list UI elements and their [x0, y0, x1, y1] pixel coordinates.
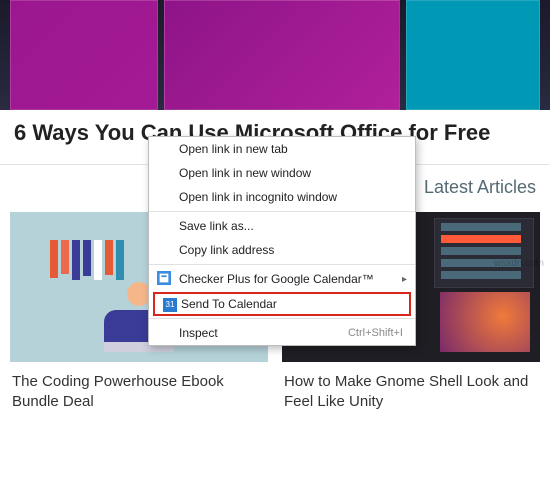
tile-magenta-center	[164, 0, 400, 110]
menu-shortcut: Ctrl+Shift+I	[348, 327, 403, 339]
menu-open-link-incognito[interactable]: Open link in incognito window	[149, 185, 415, 209]
extension-icon	[157, 271, 171, 285]
section-heading: Latest Articles	[424, 177, 536, 198]
card-title: How to Make Gnome Shell Look and Feel Li…	[282, 362, 540, 411]
panel-mock	[434, 218, 534, 288]
menu-open-link-new-tab[interactable]: Open link in new tab	[149, 137, 415, 161]
menu-separator	[149, 318, 415, 319]
menu-label: Send To Calendar	[181, 297, 277, 311]
watermark: wsxdn.com	[494, 258, 544, 269]
tile-magenta-left	[10, 0, 158, 110]
calendar-icon: 31	[163, 298, 177, 312]
ubuntu-wallpaper	[440, 292, 530, 352]
bookshelf-icon	[50, 240, 124, 280]
menu-label: Inspect	[179, 326, 218, 340]
menu-separator	[149, 211, 415, 212]
menu-send-to-calendar[interactable]: 31 Send To Calendar	[153, 292, 411, 316]
menu-copy-link-address[interactable]: Copy link address	[149, 238, 415, 262]
hero-tiles	[0, 0, 550, 110]
menu-checker-plus-calendar[interactable]: Checker Plus for Google Calendar™	[149, 267, 415, 291]
menu-separator	[149, 264, 415, 265]
menu-open-link-new-window[interactable]: Open link in new window	[149, 161, 415, 185]
menu-save-link-as[interactable]: Save link as...	[149, 214, 415, 238]
card-title: The Coding Powerhouse Ebook Bundle Deal	[10, 362, 268, 411]
menu-inspect[interactable]: Inspect Ctrl+Shift+I	[149, 321, 415, 345]
tile-teal-right	[406, 0, 540, 110]
menu-label: Checker Plus for Google Calendar™	[179, 272, 374, 286]
context-menu: Open link in new tab Open link in new wi…	[148, 136, 416, 346]
